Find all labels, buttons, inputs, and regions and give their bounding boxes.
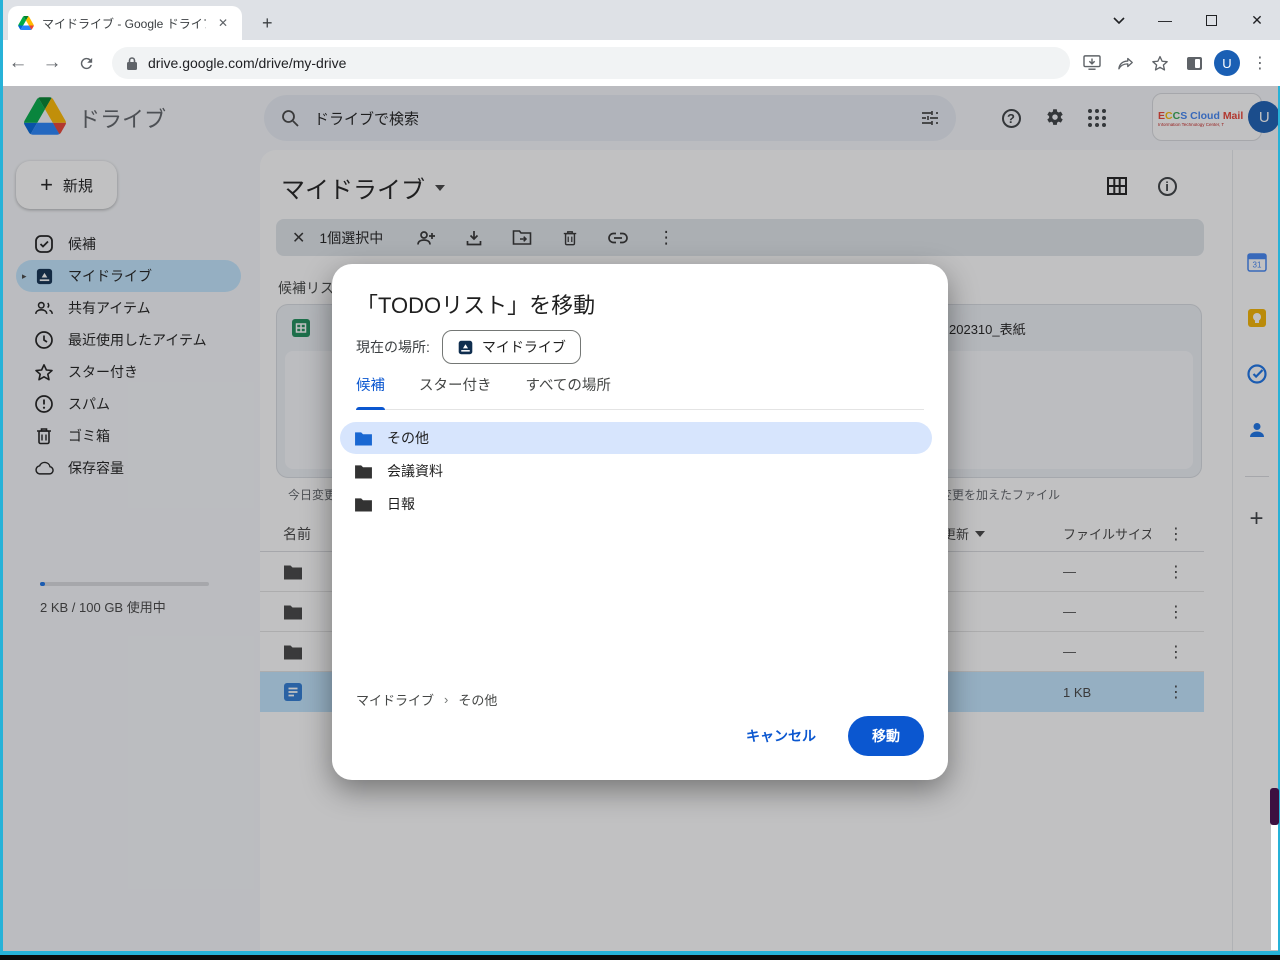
dialog-tabs: 候補 スター付き すべての場所 (356, 374, 924, 410)
breadcrumb-separator-icon: › (444, 692, 448, 707)
window-border-left (0, 0, 3, 955)
location-chip-label: マイドライブ (482, 337, 566, 357)
tab-title: マイドライブ - Google ドライブ (42, 15, 206, 32)
browser-tab[interactable]: マイドライブ - Google ドライブ ✕ (8, 6, 242, 40)
bottom-black-strip (0, 955, 1280, 960)
reload-icon[interactable] (70, 47, 102, 79)
folder-icon (354, 497, 373, 512)
move-button[interactable]: 移動 (848, 716, 924, 756)
lock-icon (126, 56, 138, 71)
tab-suggested[interactable]: 候補 (356, 374, 385, 397)
bookmark-star-icon[interactable] (1146, 49, 1174, 77)
back-icon[interactable]: ← (2, 47, 34, 79)
drive-favicon-icon (18, 16, 34, 30)
minimize-button[interactable]: — (1142, 0, 1188, 40)
dialog-title: 「TODOリスト」を移動 (356, 288, 595, 320)
folder-icon (354, 464, 373, 479)
folder-name: 日報 (387, 494, 415, 514)
scrollbar-thumb[interactable] (1270, 788, 1279, 825)
side-panel-icon[interactable] (1180, 49, 1208, 77)
dialog-folder-list: その他 会議資料 日報 (340, 422, 932, 521)
tab-all-locations[interactable]: すべての場所 (526, 374, 611, 397)
forward-icon[interactable]: → (36, 47, 68, 79)
folder-icon (354, 431, 373, 446)
cancel-button[interactable]: キャンセル (740, 718, 822, 754)
folder-row-selected[interactable]: その他 (340, 422, 932, 454)
folder-name: 会議資料 (387, 461, 443, 481)
folder-row[interactable]: 会議資料 (340, 455, 932, 487)
current-location-label: 現在の場所: (356, 337, 430, 357)
browser-menu-icon[interactable]: ⋮ (1246, 49, 1274, 77)
screen: マイドライブ - Google ドライブ ✕ + — ✕ ← → drive.g… (0, 0, 1280, 960)
folder-name: その他 (387, 428, 429, 448)
dialog-breadcrumb: マイドライブ › その他 (356, 690, 497, 709)
close-button[interactable]: ✕ (1234, 0, 1280, 40)
window-controls: — ✕ (1096, 0, 1280, 40)
tab-search-chevron-icon[interactable] (1096, 0, 1142, 40)
maximize-button[interactable] (1188, 0, 1234, 40)
browser-avatar[interactable]: U (1214, 50, 1240, 76)
share-icon[interactable] (1112, 49, 1140, 77)
url-bar[interactable]: drive.google.com/drive/my-drive (112, 47, 1070, 79)
my-drive-icon (457, 339, 474, 356)
folder-row[interactable]: 日報 (340, 488, 932, 520)
breadcrumb-current[interactable]: その他 (458, 690, 497, 709)
tab-close-icon[interactable]: ✕ (214, 14, 232, 32)
install-icon[interactable] (1078, 49, 1106, 77)
url-text: drive.google.com/drive/my-drive (148, 55, 346, 71)
location-chip[interactable]: マイドライブ (442, 330, 581, 364)
tab-starred[interactable]: スター付き (419, 374, 492, 397)
new-tab-button[interactable]: + (262, 14, 273, 32)
browser-toolbar: ← → drive.google.com/drive/my-drive U ⋮ (0, 40, 1280, 86)
breadcrumb-root[interactable]: マイドライブ (356, 690, 434, 709)
browser-titlebar: マイドライブ - Google ドライブ ✕ + — ✕ (0, 0, 1280, 40)
move-dialog: 「TODOリスト」を移動 現在の場所: マイドライブ 候補 スター付き すべての… (332, 264, 948, 780)
